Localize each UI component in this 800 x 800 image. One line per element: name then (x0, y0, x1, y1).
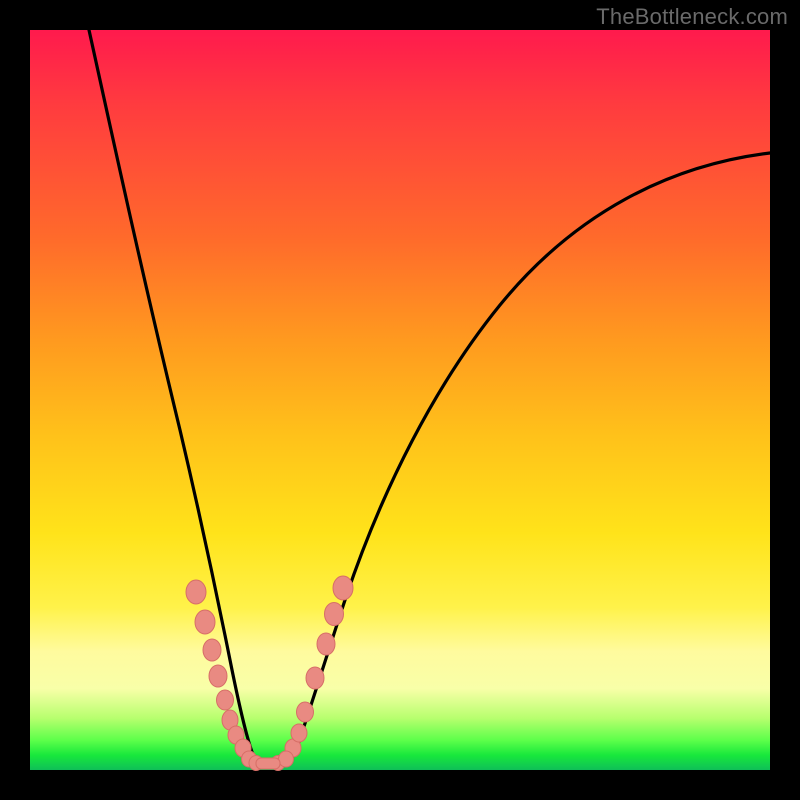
chart-svg (30, 30, 770, 770)
markers-valley (242, 751, 294, 771)
bottleneck-curve (89, 30, 770, 764)
watermark-text: TheBottleneck.com (596, 4, 788, 30)
plot-area (30, 30, 770, 770)
chart-frame: TheBottleneck.com (0, 0, 800, 800)
